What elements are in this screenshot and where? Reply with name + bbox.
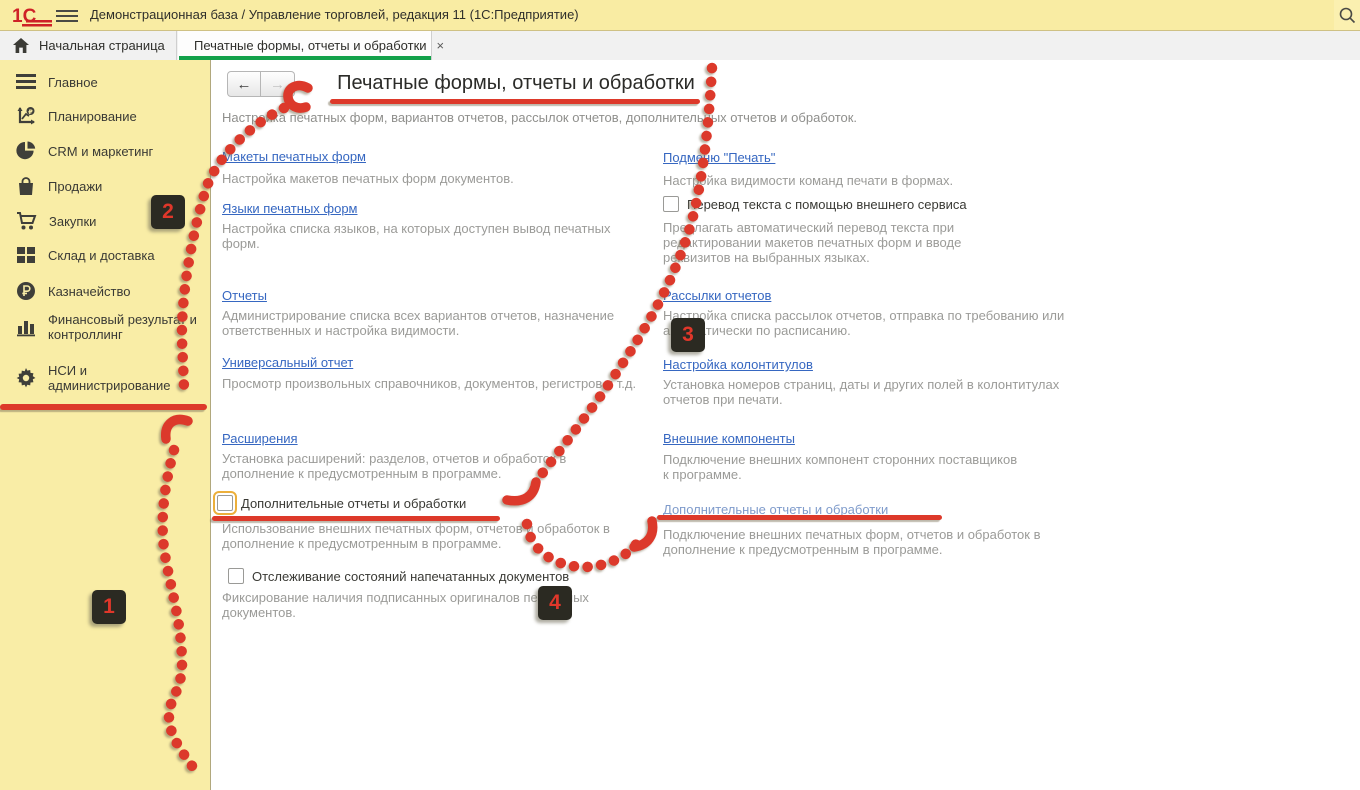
forward-arrow-icon: → bbox=[270, 76, 285, 93]
tab-home[interactable]: Начальная страница bbox=[0, 31, 177, 60]
link-print-submenu[interactable]: Подменю "Печать" bbox=[663, 150, 775, 165]
link-reports[interactable]: Отчеты bbox=[222, 288, 267, 303]
svg-text:₽: ₽ bbox=[28, 109, 33, 116]
sidebar-item-label: НСИ и администрирование bbox=[48, 363, 173, 393]
link-universal-report[interactable]: Универсальный отчет bbox=[222, 355, 353, 370]
ruble-circle-icon bbox=[16, 281, 36, 301]
description: Настройка видимости команд печати в форм… bbox=[663, 173, 1113, 188]
forward-button[interactable]: → bbox=[261, 71, 295, 97]
text-translation-checkbox[interactable] bbox=[663, 196, 679, 212]
sidebar-item-label: Главное bbox=[48, 75, 98, 90]
link-headers-footers[interactable]: Настройка колонтитулов bbox=[663, 357, 813, 372]
sidebar-item-label: Планирование bbox=[48, 109, 137, 124]
sidebar-item-label: Склад и доставка bbox=[48, 248, 155, 263]
1c-logo-icon: 1С bbox=[12, 4, 54, 28]
sidebar-item-crm[interactable]: CRM и маркетинг bbox=[0, 141, 153, 161]
sidebar-item-nsi-admin[interactable]: НСИ и администрирование bbox=[0, 363, 173, 393]
search-icon bbox=[1338, 6, 1356, 24]
app-window: 1С Демонстрационная база / Управление то… bbox=[0, 0, 1360, 790]
back-button[interactable]: ← bbox=[227, 71, 261, 97]
annotation-underline-additional-reports-checkbox bbox=[212, 516, 500, 521]
tab-close-icon[interactable]: × bbox=[437, 38, 445, 53]
checkbox-label[interactable]: Перевод текста с помощью внешнего сервис… bbox=[687, 197, 967, 212]
additional-reports-checkbox[interactable] bbox=[217, 495, 233, 511]
sidebar-item-finresult[interactable]: Финансовый результат и контроллинг bbox=[0, 312, 218, 342]
home-icon bbox=[13, 38, 29, 53]
pie-chart-icon bbox=[16, 141, 36, 161]
description: Установка расширений: разделов, отчетов … bbox=[222, 451, 612, 481]
sidebar-item-treasury[interactable]: Казначейство bbox=[0, 281, 130, 301]
tab-home-label: Начальная страница bbox=[39, 38, 165, 53]
grid-icon bbox=[16, 246, 36, 264]
checkbox-label[interactable]: Отслеживание состояний напечатанных доку… bbox=[252, 569, 569, 584]
sidebar-item-purchases[interactable]: Закупки bbox=[0, 211, 96, 231]
annotation-underline-additional-reports-link bbox=[657, 515, 942, 520]
gear-icon bbox=[16, 368, 36, 388]
checkbox-label[interactable]: Дополнительные отчеты и обработки bbox=[241, 496, 466, 511]
section-sidebar: Главное ₽ Планирование CRM и маркетинг bbox=[0, 60, 211, 790]
description: Использование внешних печатных форм, отч… bbox=[222, 521, 642, 551]
annotation-underline-nsi-admin bbox=[0, 404, 207, 410]
description: Администрирование списка всех вариантов … bbox=[222, 308, 622, 338]
description: Настройка списка языков, на которых дост… bbox=[222, 221, 622, 251]
bag-icon bbox=[16, 176, 36, 196]
sidebar-item-label: Закупки bbox=[49, 214, 96, 229]
checkbox-row-additional-reports: Дополнительные отчеты и обработки bbox=[217, 495, 466, 511]
sidebar-item-main[interactable]: Главное bbox=[0, 73, 98, 91]
annotation-badge-1: 1 bbox=[92, 590, 126, 624]
description: Настройка списка рассылок отчетов, отпра… bbox=[663, 308, 1113, 338]
description: Настройка макетов печатных форм документ… bbox=[222, 171, 642, 186]
planning-chart-icon: ₽ bbox=[16, 106, 36, 126]
annotation-badge-3: 3 bbox=[671, 318, 705, 352]
link-print-form-layouts[interactable]: Макеты печатных форм bbox=[222, 149, 366, 164]
sidebar-item-label: CRM и маркетинг bbox=[48, 144, 153, 159]
svg-text:1С: 1С bbox=[12, 6, 37, 27]
track-printed-docs-checkbox[interactable] bbox=[228, 568, 244, 584]
annotation-badge-4: 4 bbox=[538, 586, 572, 620]
sidebar-item-warehouse[interactable]: Склад и доставка bbox=[0, 246, 155, 264]
description: Подключение внешних печатных форм, отчет… bbox=[663, 527, 1063, 557]
main-menu-icon[interactable] bbox=[56, 7, 78, 23]
bar-chart-icon bbox=[16, 317, 36, 337]
page-subtitle: Настройка печатных форм, вариантов отчет… bbox=[222, 110, 1142, 125]
checkbox-row-text-translation: Перевод текста с помощью внешнего сервис… bbox=[663, 196, 967, 212]
tab-active-label: Печатные формы, отчеты и обработки bbox=[194, 38, 427, 53]
link-print-form-languages[interactable]: Языки печатных форм bbox=[222, 201, 358, 216]
description: Подключение внешних компонент сторонних … bbox=[663, 452, 1023, 482]
window-title: Демонстрационная база / Управление торго… bbox=[90, 7, 579, 22]
page-title: Печатные формы, отчеты и обработки bbox=[331, 72, 701, 95]
sidebar-item-label: Продажи bbox=[48, 179, 102, 194]
sidebar-item-label: Казначейство bbox=[48, 284, 130, 299]
cart-icon bbox=[16, 211, 37, 231]
link-report-distributions[interactable]: Рассылки отчетов bbox=[663, 288, 771, 303]
sidebar-item-label: Финансовый результат и контроллинг bbox=[48, 312, 218, 342]
description: Установка номеров страниц, даты и других… bbox=[663, 377, 1083, 407]
sidebar-item-planning[interactable]: ₽ Планирование bbox=[0, 106, 137, 126]
annotation-underline-page-title bbox=[330, 99, 700, 104]
main-content: ← → Печатные формы, отчеты и обработки Н… bbox=[211, 60, 1360, 790]
link-external-components[interactable]: Внешние компоненты bbox=[663, 431, 795, 446]
back-arrow-icon: ← bbox=[237, 76, 252, 93]
checkbox-row-track-printed-docs: Отслеживание состояний напечатанных доку… bbox=[228, 568, 569, 584]
top-bar: 1С Демонстрационная база / Управление то… bbox=[0, 0, 1360, 31]
menu-lines-icon bbox=[16, 73, 36, 91]
link-extensions[interactable]: Расширения bbox=[222, 431, 298, 446]
global-search-button[interactable] bbox=[1334, 0, 1360, 30]
annotation-badge-2: 2 bbox=[151, 195, 185, 229]
history-nav: ← → bbox=[227, 71, 295, 97]
description: Предлагать автоматический перевод текста… bbox=[663, 220, 983, 265]
description: Просмотр произвольных справочников, доку… bbox=[222, 376, 662, 391]
sidebar-item-sales[interactable]: Продажи bbox=[0, 176, 102, 196]
